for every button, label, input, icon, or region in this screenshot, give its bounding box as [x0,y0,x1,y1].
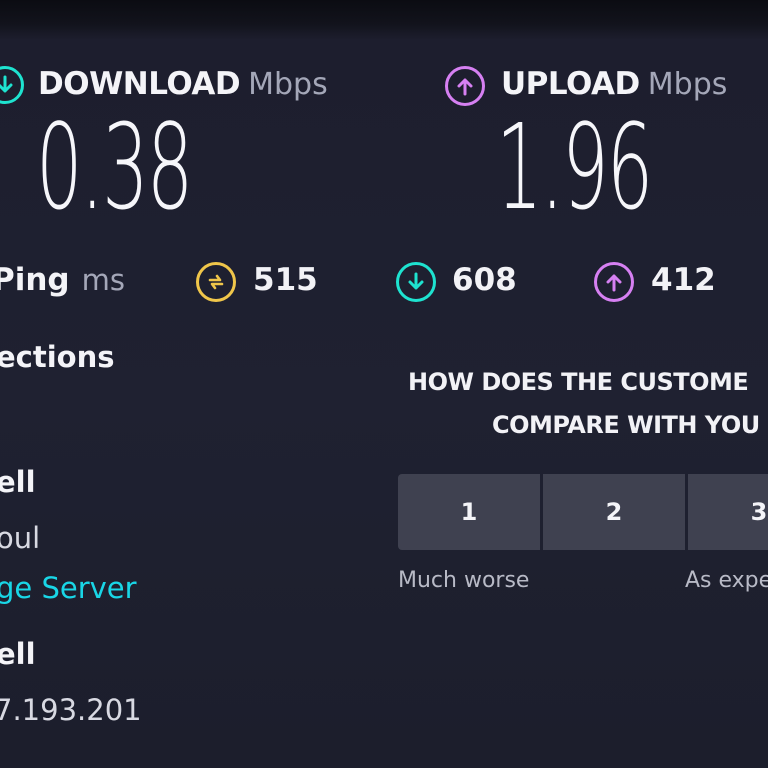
speedtest-result-screen: DOWNLOAD Mbps 0.38 UPLOAD Mbps 1.96 Ping ms… [0,0,768,768]
download-unit: Mbps [248,67,328,102]
rating-scale: 1 2 3 [398,474,768,550]
idle-ping-icon [196,262,236,302]
download-ping-value: 608 [452,262,517,298]
survey-question-line2: COMPARE WITH YOU [492,411,760,439]
download-speed-value: 0.38 [36,98,193,236]
rating-option-2[interactable]: 2 [543,474,685,550]
download-ping-icon [396,262,436,302]
download-header: DOWNLOAD Mbps [38,66,328,102]
survey-question-line1: HOW DOES THE CUSTOME [408,368,749,396]
upload-unit: Mbps [647,67,728,102]
upload-speed-value: 1.96 [496,98,653,236]
ping-label: Ping [0,262,70,298]
server-location: oul [0,521,41,555]
ip-address: 7.193.201 [0,693,142,727]
scale-label-mid: As expe [685,568,768,593]
change-server-link[interactable]: ge Server [0,571,137,605]
download-icon [0,66,24,104]
idle-ping-value: 515 [253,262,318,298]
upload-header: UPLOAD Mbps [501,66,727,102]
ping-header: Ping ms [0,262,125,298]
connections-title: ections [0,340,115,374]
host-name: ell [0,637,36,671]
rating-option-3[interactable]: 3 [688,474,768,550]
upload-ping-icon [594,262,634,302]
scale-label-low: Much worse [398,568,530,593]
upload-label: UPLOAD [501,66,640,102]
isp-name: ell [0,465,36,499]
ping-unit: ms [81,263,125,297]
rating-option-1[interactable]: 1 [398,474,540,550]
download-label: DOWNLOAD [38,66,241,102]
upload-icon [445,66,485,106]
upload-ping-value: 412 [651,262,716,298]
